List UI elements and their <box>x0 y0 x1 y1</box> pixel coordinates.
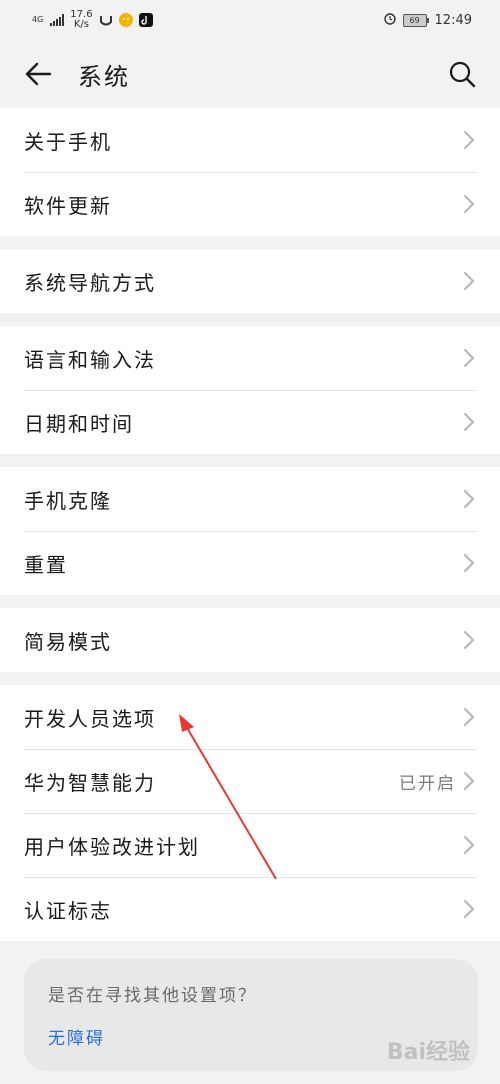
chevron-right-icon <box>462 194 476 214</box>
chevron-right-icon <box>462 489 476 509</box>
settings-group: 简易模式 <box>0 608 500 672</box>
back-arrow-icon[interactable] <box>24 58 56 90</box>
battery-level: 69 <box>402 13 427 27</box>
settings-row-3-0[interactable]: 手机克隆 <box>0 467 500 531</box>
chevron-right-icon <box>462 771 476 791</box>
app-header: 系统 <box>0 40 500 108</box>
chevron-right-icon <box>462 348 476 368</box>
settings-row-label: 软件更新 <box>24 193 112 218</box>
settings-row-0-0[interactable]: 关于手机 <box>0 108 500 172</box>
settings-row-1-0[interactable]: 系统导航方式 <box>0 249 500 313</box>
chevron-right-icon <box>462 835 476 855</box>
settings-row-5-3[interactable]: 认证标志 <box>0 877 500 941</box>
settings-row-2-0[interactable]: 语言和输入法 <box>0 326 500 390</box>
signal-icon <box>50 14 65 26</box>
settings-group: 语言和输入法 日期和时间 <box>0 326 500 454</box>
settings-row-label: 华为智慧能力 <box>24 770 156 795</box>
settings-row-label: 认证标志 <box>24 898 112 923</box>
settings-row-5-2[interactable]: 用户体验改进计划 <box>0 813 500 877</box>
emoji-app-icon <box>118 13 133 27</box>
search-icon[interactable] <box>444 58 476 90</box>
accessibility-link[interactable]: 无障碍 <box>48 1024 105 1049</box>
settings-row-label: 手机克隆 <box>24 488 112 513</box>
settings-row-label: 重置 <box>24 552 68 577</box>
settings-group: 关于手机 软件更新 <box>0 108 500 236</box>
settings-list: 关于手机 软件更新 系统导航方式 语言和输入法 日期和时间 手机克隆 重置 简易模式 开发人员选… <box>0 108 500 941</box>
settings-row-3-1[interactable]: 重置 <box>0 531 500 595</box>
status-left: 4G 17.6 K/s <box>32 10 153 30</box>
settings-row-label: 开发人员选项 <box>24 706 156 731</box>
settings-row-2-1[interactable]: 日期和时间 <box>0 390 500 454</box>
clock: 12:49 <box>434 12 472 28</box>
speed-unit: K/s <box>73 19 89 30</box>
settings-row-4-0[interactable]: 简易模式 <box>0 608 500 672</box>
chevron-right-icon <box>462 553 476 573</box>
tiktok-icon <box>138 13 153 27</box>
settings-row-value: 已开启 <box>399 773 456 794</box>
settings-row-5-0[interactable]: 开发人员选项 <box>0 685 500 749</box>
chevron-right-icon <box>462 130 476 150</box>
chevron-right-icon <box>462 271 476 291</box>
settings-row-label: 语言和输入法 <box>24 347 156 372</box>
settings-row-label: 系统导航方式 <box>24 270 156 295</box>
status-right: 69 12:49 <box>383 11 472 29</box>
notification-app-icon <box>99 13 113 27</box>
settings-row-5-1[interactable]: 华为智慧能力 已开启 <box>0 749 500 813</box>
chevron-right-icon <box>462 630 476 650</box>
chevron-right-icon <box>462 899 476 919</box>
page-title: 系统 <box>78 62 130 91</box>
settings-row-label: 关于手机 <box>24 129 112 154</box>
settings-row-label: 用户体验改进计划 <box>24 834 200 859</box>
find-card-question: 是否在寻找其他设置项？ <box>48 986 257 1006</box>
settings-group: 手机克隆 重置 <box>0 467 500 595</box>
alarm-icon <box>383 11 397 29</box>
settings-group: 开发人员选项 华为智慧能力 已开启用户体验改进计划 认证标志 <box>0 685 500 941</box>
settings-row-label: 简易模式 <box>24 629 112 654</box>
settings-row-label: 日期和时间 <box>24 411 134 436</box>
chevron-right-icon <box>462 412 476 432</box>
network-type: 4G <box>32 15 44 24</box>
chevron-right-icon <box>462 707 476 727</box>
status-bar: 4G 17.6 K/s 69 12:49 <box>0 0 500 40</box>
baidu-watermark: Bai经验 <box>386 1040 470 1065</box>
settings-group: 系统导航方式 <box>0 249 500 313</box>
network-speed: 17.6 K/s <box>70 10 92 30</box>
battery-icon: 69 <box>402 13 429 27</box>
settings-row-0-1[interactable]: 软件更新 <box>0 172 500 236</box>
